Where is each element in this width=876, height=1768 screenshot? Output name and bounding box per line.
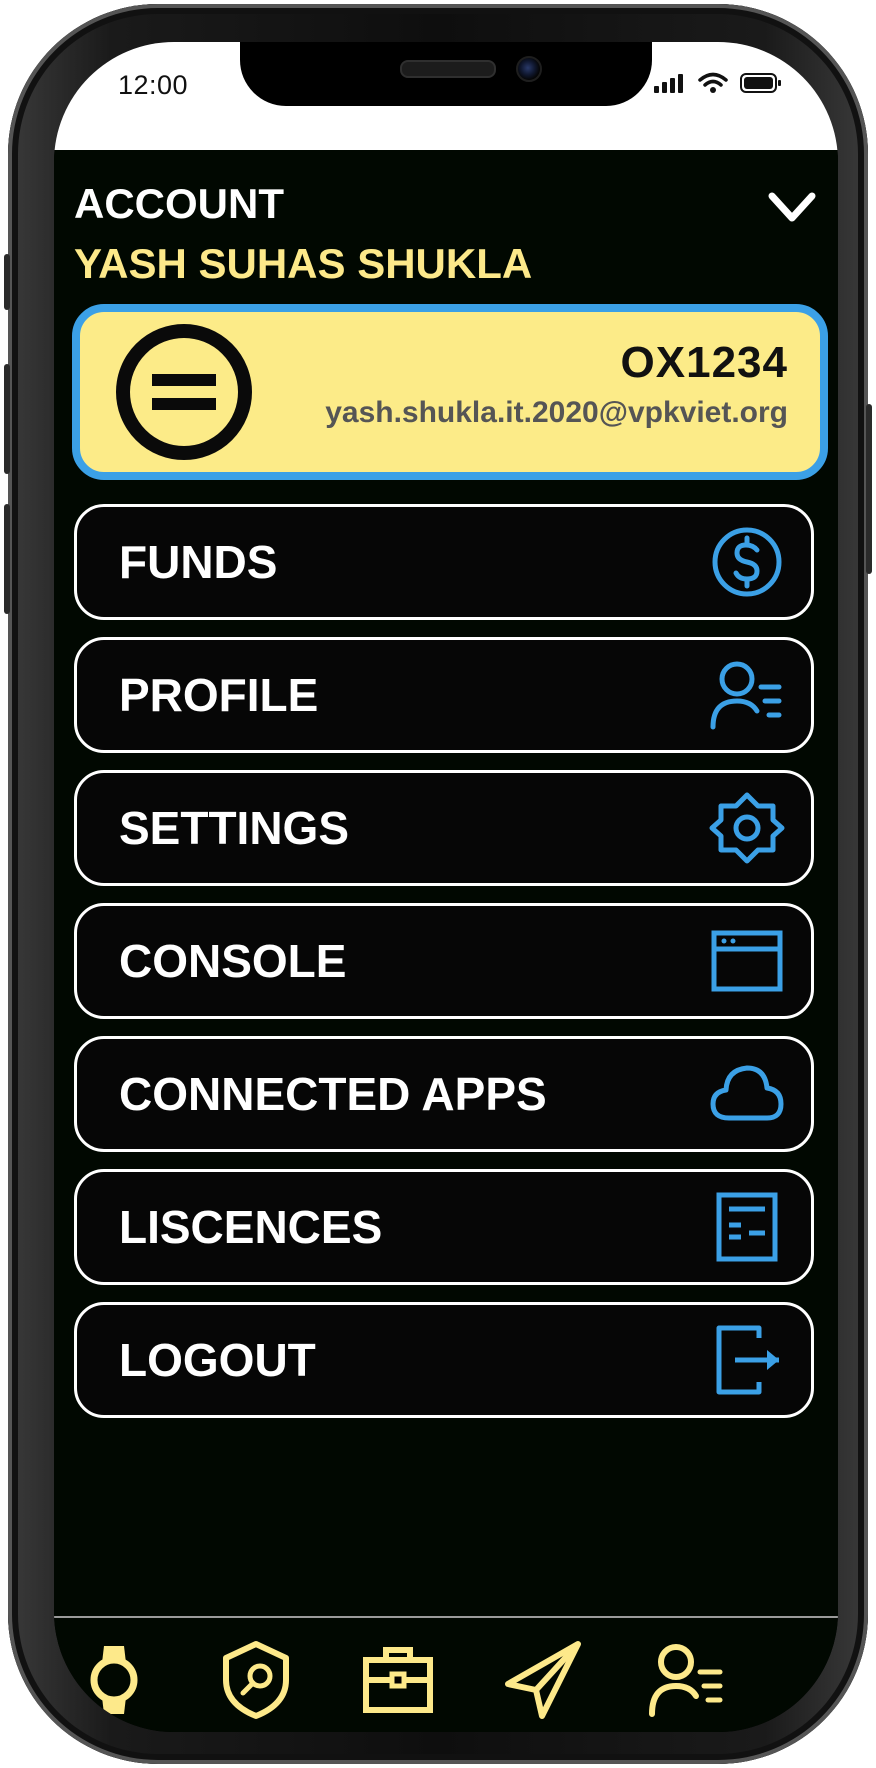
mute-switch: [4, 254, 10, 310]
menu-item-logout[interactable]: LOGOUT: [74, 1302, 814, 1418]
equals-circle-icon: [116, 324, 252, 460]
user-name: YASH SUHAS SHUKLA: [74, 240, 533, 287]
shield-search-icon[interactable]: [216, 1640, 296, 1720]
briefcase-icon[interactable]: [358, 1640, 438, 1720]
account-card[interactable]: OX1234 yash.shukla.it.2020@vpkviet.org: [72, 304, 828, 480]
menu-item-connected-apps[interactable]: CONNECTED APPS: [74, 1036, 814, 1152]
menu-item-label: FUNDS: [119, 536, 278, 588]
user-list-icon[interactable]: [646, 1640, 726, 1720]
menu-item-label: CONNECTED APPS: [119, 1068, 547, 1120]
gear-icon: [709, 792, 785, 864]
signal-icon: [654, 74, 683, 93]
watch-icon[interactable]: [74, 1640, 154, 1720]
menu-item-label: PROFILE: [119, 669, 319, 721]
menu-item-funds[interactable]: FUNDS: [74, 504, 814, 620]
menu-item-label: SETTINGS: [119, 802, 350, 854]
menu-item-profile[interactable]: PROFILE: [74, 637, 814, 753]
phone-screen: 12:00 ACCOUNT YASH SUHAS SHUKLA OX1234 y…: [54, 42, 838, 1732]
power-button: [866, 404, 872, 574]
tab-bar: [54, 1618, 838, 1732]
account-id: OX1234: [620, 338, 788, 387]
menu-item-liscences[interactable]: LISCENCES: [74, 1169, 814, 1285]
cloud-icon: [710, 1065, 784, 1121]
battery-icon: [740, 73, 781, 93]
user-list-icon: [710, 661, 782, 730]
menu-item-label: LISCENCES: [119, 1201, 383, 1253]
account-email: yash.shukla.it.2020@vpkviet.org: [325, 396, 788, 429]
window-icon: [711, 930, 783, 992]
status-time: 12:00: [118, 70, 189, 100]
status-icons: [654, 72, 782, 94]
wifi-icon: [698, 72, 728, 93]
front-camera: [516, 56, 542, 82]
menu-item-label: LOGOUT: [119, 1334, 316, 1386]
document-icon: [716, 1192, 778, 1262]
notch: [240, 42, 652, 106]
chevron-down-icon[interactable]: [766, 188, 818, 228]
page-title: ACCOUNT: [74, 180, 284, 227]
logout-icon: [716, 1325, 779, 1395]
volume-down-button: [4, 504, 10, 614]
dollar-icon: [712, 527, 782, 597]
menu-item-label: CONSOLE: [119, 935, 347, 987]
status-bar: 12:00: [54, 42, 838, 150]
menu-item-settings[interactable]: SETTINGS: [74, 770, 814, 886]
speaker-grille: [400, 60, 496, 78]
phone-frame: 12:00 ACCOUNT YASH SUHAS SHUKLA OX1234 y…: [4, 4, 872, 1764]
menu-item-console[interactable]: CONSOLE: [74, 903, 814, 1019]
account-screen: ACCOUNT YASH SUHAS SHUKLA OX1234 yash.sh…: [54, 150, 838, 1732]
volume-up-button: [4, 364, 10, 474]
send-icon[interactable]: [504, 1640, 584, 1720]
